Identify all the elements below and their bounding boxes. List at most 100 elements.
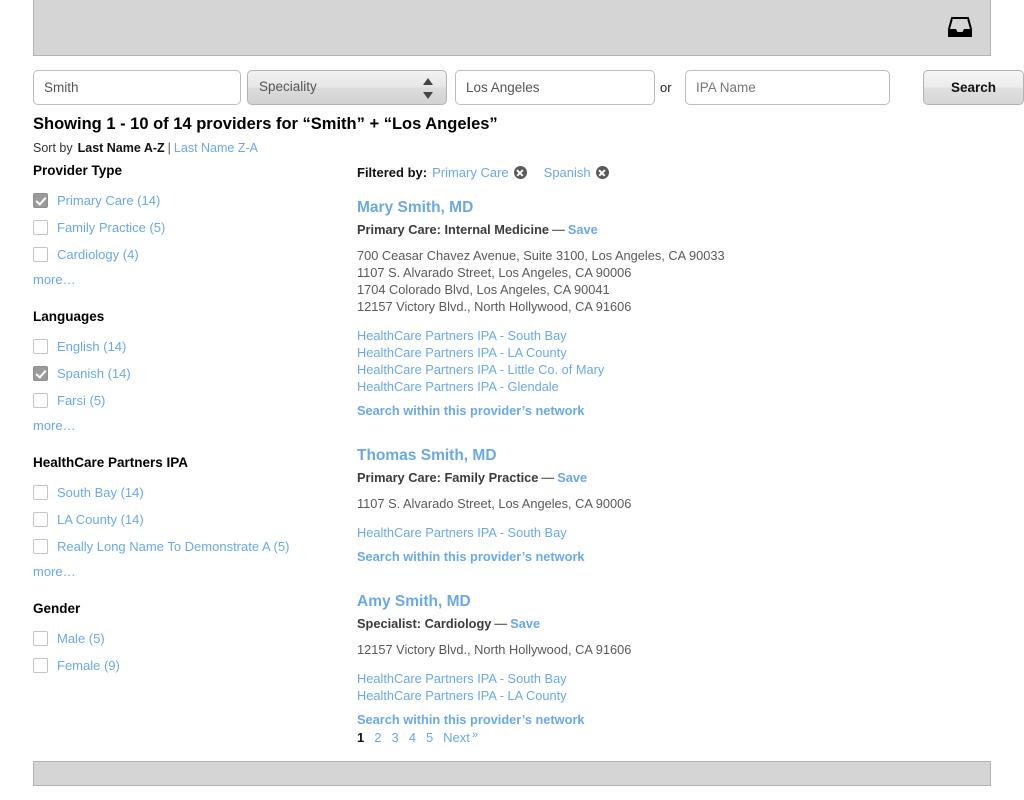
save-provider-link[interactable]: Save [557, 470, 587, 485]
page-link-4[interactable]: 4 [409, 730, 416, 745]
close-icon[interactable] [514, 166, 527, 179]
chevron-right-double-icon: » [472, 729, 478, 741]
speciality-select-label: Speciality [259, 79, 317, 94]
provider-name-link[interactable]: Mary Smith, MD [357, 198, 957, 218]
facet-healthcare-partners-ipa: HealthCare Partners IPA South Bay (14) L… [33, 455, 333, 579]
facet-option-label: English (14) [57, 339, 126, 354]
provider-name-input[interactable] [33, 70, 241, 105]
checkbox-icon[interactable] [33, 339, 48, 354]
sort-option-desc[interactable]: Last Name Z-A [174, 141, 258, 155]
facet-title: HealthCare Partners IPA [33, 455, 333, 470]
facet-option-label: Spanish (14) [57, 366, 131, 381]
footer-bar [33, 761, 991, 786]
speciality-select[interactable]: Speciality [247, 70, 447, 105]
ipa-name-input[interactable] [685, 70, 890, 105]
facet-option-family-practice[interactable]: Family Practice (5) [33, 214, 333, 241]
facet-option-female[interactable]: Female (9) [33, 652, 333, 679]
checkbox-icon[interactable] [33, 247, 48, 262]
top-banner [33, 0, 991, 56]
filter-chip-label: Primary Care [432, 165, 509, 180]
checkbox-icon[interactable] [33, 393, 48, 408]
address-line: 1107 S. Alvarado Street, Los Angeles, CA… [357, 495, 957, 512]
provider-name-link[interactable]: Amy Smith, MD [357, 592, 957, 612]
filter-chip-spanish[interactable]: Spanish [544, 164, 609, 182]
filter-chip-label: Spanish [544, 165, 591, 180]
provider-name-link[interactable]: Thomas Smith, MD [357, 446, 957, 466]
checkbox-icon[interactable] [33, 220, 48, 235]
network-link[interactable]: HealthCare Partners IPA - South Bay [357, 524, 957, 541]
facet-more-link[interactable]: more… [33, 564, 76, 579]
facet-option-la-county[interactable]: LA County (14) [33, 506, 333, 533]
facet-option-label: Primary Care (14) [57, 193, 160, 208]
facet-option-really-long-name[interactable]: Really Long Name To Demonstrate A (5) [33, 533, 333, 560]
close-icon[interactable] [596, 166, 609, 179]
filtered-by-label: Filtered by: [357, 165, 427, 180]
checkbox-icon[interactable] [33, 512, 48, 527]
search-within-network-link[interactable]: Search within this provider’s network [357, 402, 957, 420]
facet-option-primary-care[interactable]: Primary Care (14) [33, 187, 333, 214]
page-link-1[interactable]: 1 [357, 730, 364, 745]
provider-speciality-text: Specialist: Cardiology [357, 616, 491, 631]
provider-networks: HealthCare Partners IPA - South Bay Heal… [357, 670, 957, 704]
facet-option-cardiology[interactable]: Cardiology (4) [33, 241, 333, 268]
facet-more-link[interactable]: more… [33, 272, 76, 287]
checkbox-icon[interactable] [33, 366, 48, 381]
provider-addresses: 700 Ceasar Chavez Avenue, Suite 3100, Lo… [357, 247, 957, 315]
chevron-updown-icon [423, 78, 434, 99]
sort-option-asc[interactable]: Last Name A-Z [78, 141, 165, 155]
save-provider-link[interactable]: Save [568, 222, 598, 237]
address-line: 1704 Colorado Blvd, Los Angeles, CA 9004… [357, 281, 957, 298]
page-link-2[interactable]: 2 [374, 730, 381, 745]
facet-option-farsi[interactable]: Farsi (5) [33, 387, 333, 414]
or-label: or [660, 80, 672, 95]
provider-speciality: Primary Care: Internal Medicine—Save [357, 221, 957, 239]
result-item: Mary Smith, MD Primary Care: Internal Me… [357, 198, 957, 420]
checkbox-icon[interactable] [33, 485, 48, 500]
network-link[interactable]: HealthCare Partners IPA - LA County [357, 344, 957, 361]
page-link-5[interactable]: 5 [426, 730, 433, 745]
result-item: Amy Smith, MD Specialist: Cardiology—Sav… [357, 592, 957, 729]
checkbox-icon[interactable] [33, 539, 48, 554]
checkbox-icon[interactable] [33, 631, 48, 646]
provider-addresses: 1107 S. Alvarado Street, Los Angeles, CA… [357, 495, 957, 512]
provider-speciality: Specialist: Cardiology—Save [357, 615, 957, 633]
filter-chip-primary-care[interactable]: Primary Care [432, 164, 527, 182]
facet-option-label: LA County (14) [57, 512, 144, 527]
provider-speciality: Primary Care: Family Practice—Save [357, 469, 957, 487]
facet-option-label: Family Practice (5) [57, 220, 165, 235]
facet-option-label: Female (9) [57, 658, 120, 673]
page-link-3[interactable]: 3 [391, 730, 398, 745]
next-page-link[interactable]: Next» [443, 729, 478, 745]
address-line: 1107 S. Alvarado Street, Los Angeles, CA… [357, 264, 957, 281]
facet-more-link[interactable]: more… [33, 418, 76, 433]
facet-title: Gender [33, 601, 333, 616]
facet-option-english[interactable]: English (14) [33, 333, 333, 360]
checkbox-icon[interactable] [33, 193, 48, 208]
search-within-network-link[interactable]: Search within this provider’s network [357, 548, 957, 566]
separator-dash: — [541, 470, 554, 485]
network-link[interactable]: HealthCare Partners IPA - LA County [357, 687, 957, 704]
provider-networks: HealthCare Partners IPA - South Bay [357, 524, 957, 541]
facet-option-label: Really Long Name To Demonstrate A (5) [57, 539, 289, 554]
facet-option-spanish[interactable]: Spanish (14) [33, 360, 333, 387]
separator-dash: — [552, 222, 565, 237]
results-summary: Showing 1 - 10 of 14 providers for “Smit… [33, 115, 498, 134]
checkbox-icon[interactable] [33, 658, 48, 673]
network-link[interactable]: HealthCare Partners IPA - South Bay [357, 670, 957, 687]
network-link[interactable]: HealthCare Partners IPA - Little Co. of … [357, 361, 957, 378]
provider-addresses: 12157 Victory Blvd., North Hollywood, CA… [357, 641, 957, 658]
facet-option-male[interactable]: Male (5) [33, 625, 333, 652]
pagination: 12345 Next» [357, 729, 488, 745]
facet-option-south-bay[interactable]: South Bay (14) [33, 479, 333, 506]
save-provider-link[interactable]: Save [510, 616, 540, 631]
network-link[interactable]: HealthCare Partners IPA - South Bay [357, 327, 957, 344]
search-bar: Speciality or Search [33, 70, 991, 106]
network-link[interactable]: HealthCare Partners IPA - Glendale [357, 378, 957, 395]
provider-speciality-text: Primary Care: Internal Medicine [357, 222, 549, 237]
facet-title: Provider Type [33, 163, 333, 178]
search-within-network-link[interactable]: Search within this provider’s network [357, 711, 957, 729]
inbox-tray-icon[interactable] [948, 16, 972, 38]
search-button[interactable]: Search [923, 70, 1024, 105]
city-input[interactable] [455, 70, 655, 105]
filtered-by-row: Filtered by: Primary Care Spanish [357, 164, 957, 182]
